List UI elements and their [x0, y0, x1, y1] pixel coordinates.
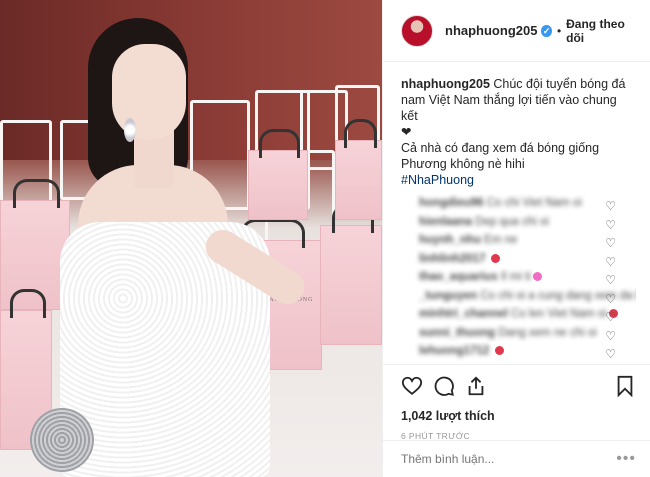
comment-list: hongdieu96 Co chi Viet Nam oi ♡ hienlaana …: [401, 194, 636, 361]
comment-username[interactable]: minhtri_channel: [419, 308, 508, 320]
comment-username[interactable]: lehuong1712: [419, 345, 489, 357]
comment-input[interactable]: [401, 452, 601, 466]
comment-like-heart-icon[interactable]: ♡: [605, 197, 616, 213]
action-icons: [401, 373, 636, 399]
comment-row: huynh_nhu Em ne ♡: [401, 231, 636, 250]
comment-like-heart-icon[interactable]: ♡: [605, 234, 616, 250]
comment-row: thao_aquarius Il mi ti ♡: [401, 268, 636, 287]
following-button[interactable]: Đang theo dõi: [566, 17, 636, 45]
comment-emoji-icon: [494, 346, 504, 356]
comment-emoji-icon: [490, 253, 500, 263]
comment-emoji-icon: [532, 272, 542, 282]
comment-username[interactable]: hienlaana: [419, 216, 472, 228]
like-count[interactable]: 1,042 lượt thích: [401, 409, 636, 423]
header-username[interactable]: nhaphuong205: [445, 23, 537, 38]
comment-username[interactable]: _tunguyen: [419, 290, 477, 302]
photo-shopping-bag: [320, 204, 382, 345]
comment-row: minhtri_channel Co len Viet Nam oi ♡: [401, 305, 636, 324]
photo-woman-face: [112, 44, 186, 140]
comment-text: minhtri_channel Co len Viet Nam oi: [419, 308, 607, 320]
comment-like-heart-icon[interactable]: ♡: [605, 327, 616, 343]
bookmark-icon[interactable]: [614, 375, 636, 397]
comment-body: Dang xem ne chi oi: [498, 326, 597, 339]
comment-text: linhlinh2017: [419, 253, 489, 265]
photo-shopping-bag: [248, 129, 308, 220]
comment-body: Em ne: [484, 234, 518, 246]
caption-hashtag[interactable]: #NhaPhuong: [401, 173, 474, 187]
header-separator: •: [556, 23, 562, 38]
comment-username[interactable]: huynh_nhu: [419, 234, 481, 246]
photo-earring: [124, 118, 136, 142]
photo-purse: [30, 408, 94, 472]
comment-body: Dep qua chi oi: [475, 215, 549, 228]
photo-shopping-bag: [335, 119, 382, 220]
comment-row: sunni_thuong Dang xem ne chi oi ♡: [401, 324, 636, 343]
post-caption: nhaphuong205 Chúc đội tuyển bóng đá nam …: [383, 62, 650, 361]
post-photo[interactable]: CHUNG THANH PHONG: [0, 0, 382, 477]
caption-username[interactable]: nhaphuong205: [401, 77, 490, 91]
comment-text: thao_aquarius Il mi ti: [419, 271, 531, 283]
post-header: nhaphuong205 ✓ • Đang theo dõi: [383, 0, 650, 62]
post-sidebar: nhaphuong205 ✓ • Đang theo dõi nhaphuong…: [382, 0, 650, 477]
comment-username[interactable]: linhlinh2017: [419, 253, 485, 265]
comment-text: hienlaana Dep qua chi oi: [419, 216, 549, 228]
comment-bubble-icon[interactable]: [433, 375, 455, 397]
comment-row: hienlaana Dep qua chi oi ♡: [401, 213, 636, 232]
comment-like-heart-icon[interactable]: ♡: [605, 345, 616, 361]
comment-like-heart-icon[interactable]: ♡: [605, 216, 616, 232]
add-comment-bar: •••: [383, 440, 650, 477]
instagram-post: CHUNG THANH PHONG nhaphuong205 ✓ • Đang …: [0, 0, 650, 477]
share-icon[interactable]: [465, 375, 487, 397]
comment-text: sunni_thuong Dang xem ne chi oi: [419, 327, 597, 339]
comment-row: linhlinh2017 ♡: [401, 250, 636, 269]
comment-body: Il mi ti: [500, 271, 531, 283]
comment-body: Co chi Viet Nam oi: [486, 197, 582, 209]
avatar[interactable]: [401, 14, 433, 47]
like-heart-icon[interactable]: [401, 375, 423, 397]
comment-row: _tunguyen Co chi oi a cung dang xem da b…: [401, 287, 636, 306]
heart-emoji-icon: ❤: [401, 125, 412, 139]
comment-like-heart-icon[interactable]: ♡: [605, 253, 616, 269]
verified-badge-icon: ✓: [541, 24, 552, 37]
comment-row: lehuong1712 ♡: [401, 342, 636, 361]
comment-row: hongdieu96 Co chi Viet Nam oi ♡: [401, 194, 636, 213]
comment-username[interactable]: hongdieu96: [419, 197, 484, 209]
more-options-icon[interactable]: •••: [616, 450, 636, 468]
comment-body: Co len Viet Nam oi: [511, 308, 607, 320]
comment-like-heart-icon[interactable]: ♡: [605, 271, 616, 287]
comment-username[interactable]: sunni_thuong: [419, 327, 495, 339]
comment-text: _tunguyen Co chi oi a cung dang xem da b…: [419, 290, 636, 302]
comment-text: huynh_nhu Em ne: [419, 234, 517, 246]
comment-text: hongdieu96 Co chi Viet Nam oi: [419, 197, 582, 209]
comment-text: lehuong1712: [419, 345, 493, 357]
caption-text-line2: Cả nhà có đang xem đá bóng giống Phương …: [401, 141, 600, 171]
comment-like-heart-icon[interactable]: ♡: [605, 308, 616, 324]
comment-username[interactable]: thao_aquarius: [419, 271, 498, 283]
comment-like-heart-icon[interactable]: ♡: [605, 290, 616, 306]
